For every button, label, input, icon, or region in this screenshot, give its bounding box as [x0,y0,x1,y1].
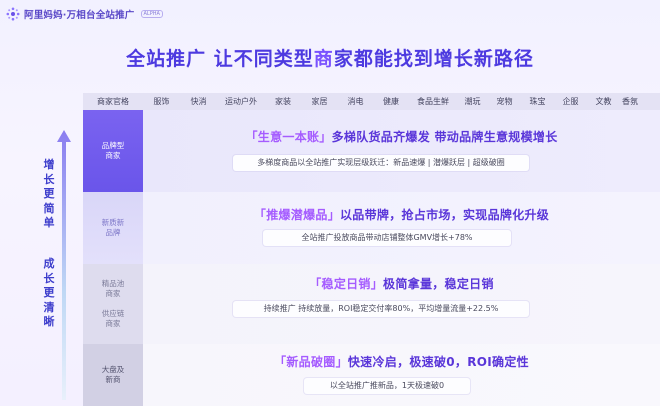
category-item: 家居 [311,97,328,106]
category-item: 消电 [347,97,364,106]
row-subtitle: 以全站推广推新品，1天极速破0 [304,378,470,394]
merchant-type-brand: 品牌型商家 [83,110,143,192]
merchant-type-label: 供应链商家 [101,309,125,329]
category-item: 香氛 [622,97,638,106]
row-background [143,110,660,192]
category-item: 珠宝 [529,97,546,106]
category-item: 潮玩 [464,97,481,106]
row-title-text: 多梯队货品齐爆发 带动品牌生意规模增长 [331,130,558,144]
category-item: 宠物 [496,97,513,106]
sparkle-logo-icon [6,7,20,21]
headline-highlight: 商 [313,48,334,70]
category-item: 企服 [562,97,579,106]
row-quote: 「新品破圈」 [274,355,348,369]
row-title: 「生意一本账」多梯队货品齐爆发 带动品牌生意规模增长 [143,128,660,145]
brand-badge: ALPHA [140,10,163,18]
row-title: 「稳定日销」极简拿量，稳定日销 [143,275,660,292]
row-title-text: 快速冷启，极速破0，ROI确定性 [347,355,529,369]
merchant-type-label: 新质新品牌 [101,217,125,237]
category-item: 服饰 [153,97,170,106]
row-title: 「推爆潜爆品」以品带牌，抢占市场，实现品牌化升级 [143,206,660,223]
brand-name: 阿里妈妈·万相台全站推广 [24,10,135,21]
category-item: 文教 [595,97,612,106]
row-subtitle: 多梯度商品以全站推广实现层级跃迁：新品速爆 | 潜爆跃层 | 超级破圈 [233,155,529,171]
category-item: 家装 [275,97,291,106]
headline-part1: 全站推广 让不同类型 [126,48,314,70]
brand-logo: 阿里妈妈·万相台全站推广 ALPHA [6,7,163,21]
row-quote: 「稳定日销」 [309,277,384,291]
merchant-type-label: 大盘及新商 [101,364,125,384]
row-subtitle: 持续推广 持续放量，ROI稳定交付率80%，平均增量流量+22.5% [233,301,529,317]
side-label-lower: 成长更清晰 [43,257,55,328]
page-headline: 全站推广 让不同类型商家都能找到增长新路径 [0,44,660,71]
merchant-type-label: 品牌型商家 [101,140,125,160]
category-header-label: 商家官格 [97,97,129,106]
row-title-text: 极简拿量，稳定日销 [383,277,494,291]
merchant-type-quality-supply: 精品池商家 供应链商家 [83,264,143,344]
row-title: 「新品破圈」快速冷启，极速破0，ROI确定性 [143,353,660,370]
growth-arrow-icon [57,130,71,400]
merchant-type-column: 品牌型商家 新质新品牌 精品池商家 供应链商家 大盘及新商 [83,110,143,406]
category-header-row: 商家官格 服饰 快消 运动户外 家装 家居 消电 健康 食品生鲜 潮玩 宠物 珠… [83,93,660,110]
category-item: 运动户外 [225,97,257,106]
row-subtitle: 全站推广投放商品带动店铺整体GMV增长+78% [263,230,511,246]
merchant-type-mass-new: 大盘及新商 [83,344,143,406]
category-item: 食品生鲜 [417,97,449,106]
merchant-type-new-brand: 新质新品牌 [83,192,143,264]
merchant-type-label: 精品池商家 [101,278,125,298]
row-background [143,192,660,264]
side-label-upper: 增长更简单 [43,158,55,229]
row-quote: 「推爆潜爆品」 [253,208,340,222]
row-quote: 「生意一本账」 [245,130,332,144]
category-item: 健康 [383,97,399,106]
headline-part2: 家都能找到增长新路径 [333,48,534,70]
category-item: 快消 [190,97,207,106]
row-title-text: 以品带牌，抢占市场，实现品牌化升级 [340,208,550,222]
